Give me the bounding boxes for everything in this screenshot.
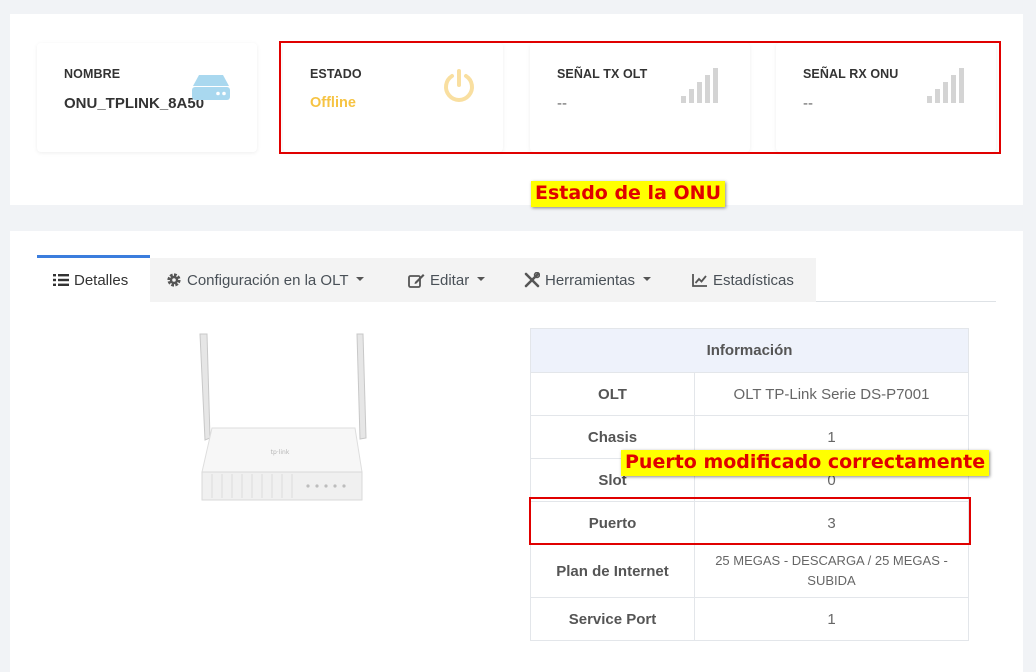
table-row: OLT OLT TP-Link Serie DS-P7001 <box>530 372 969 416</box>
chevron-down-icon <box>477 277 486 281</box>
row-plan-value: 25 MEGAS - DESCARGA / 25 MEGAS - SUBIDA <box>694 544 969 598</box>
row-plan-key: Plan de Internet <box>530 544 695 598</box>
card-nombre-value: ONU_TPLINK_8A50 <box>64 95 205 112</box>
info-table-header: Información <box>530 328 969 373</box>
tab-editar-label: Editar <box>430 271 470 289</box>
row-olt-value: OLT TP-Link Serie DS-P7001 <box>694 372 969 416</box>
puerto-annotation: Puerto modificado correctamente <box>621 450 990 476</box>
edit-icon <box>408 273 425 288</box>
table-row: Plan de Internet 25 MEGAS - DESCARGA / 2… <box>530 544 969 598</box>
info-table: Información OLT OLT TP-Link Serie DS-P70… <box>530 328 969 641</box>
onu-device-image: tp·link <box>199 333 367 501</box>
tab-estadisticas-label: Estadísticas <box>713 271 794 289</box>
tab-editar[interactable]: Editar <box>392 258 508 302</box>
row-service-port-value: 1 <box>694 597 969 641</box>
chart-line-icon <box>692 274 707 287</box>
estado-annotation: Estado de la ONU <box>531 181 725 207</box>
tab-configuracion-olt[interactable]: Configuración en la OLT <box>150 258 392 302</box>
tab-configuracion-olt-label: Configuración en la OLT <box>187 271 349 289</box>
list-icon <box>53 274 69 286</box>
card-nombre: NOMBRE ONU_TPLINK_8A50 <box>37 43 257 152</box>
chevron-down-icon <box>356 277 365 281</box>
router-icon <box>192 75 230 100</box>
gear-icon <box>167 273 181 287</box>
estado-highlight-box <box>279 41 1001 154</box>
row-olt-key: OLT <box>530 372 695 416</box>
tab-detalles-label: Detalles <box>74 271 129 289</box>
table-row: Service Port 1 <box>530 597 969 641</box>
tab-herramientas[interactable]: Herramientas <box>508 258 676 302</box>
tab-detalles[interactable]: Detalles <box>37 255 150 302</box>
row-service-port-key: Service Port <box>530 597 695 641</box>
card-nombre-label: NOMBRE <box>64 67 121 81</box>
tab-estadisticas[interactable]: Estadísticas <box>676 258 816 302</box>
puerto-highlight-box <box>529 497 971 545</box>
svg-text:tp·link: tp·link <box>271 449 290 456</box>
tab-herramientas-label: Herramientas <box>545 271 636 289</box>
tab-strip: Detalles Configuración en la OLT Editar <box>37 255 996 302</box>
tools-icon <box>524 272 540 288</box>
chevron-down-icon <box>643 277 652 281</box>
